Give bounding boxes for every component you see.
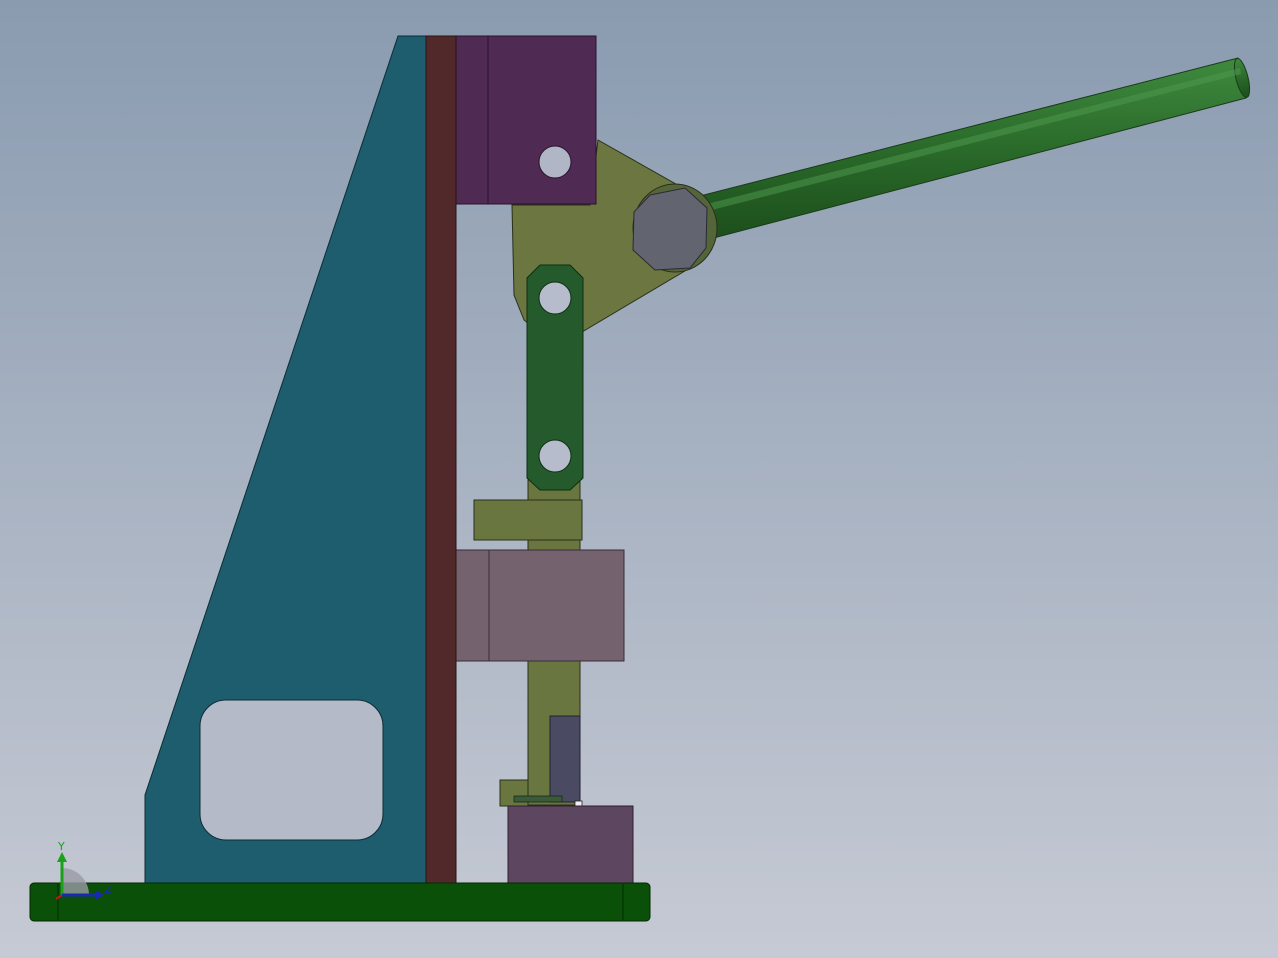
base-plate[interactable] bbox=[29, 882, 651, 922]
cad-scene[interactable]: Y Z bbox=[0, 0, 1278, 958]
triad-z-label: Z bbox=[104, 883, 112, 896]
cad-viewport[interactable]: Y Z bbox=[0, 0, 1278, 958]
upper-guide-block[interactable] bbox=[455, 35, 597, 205]
gusset-lightening-hole bbox=[199, 699, 384, 841]
vertical-back-plate[interactable] bbox=[425, 35, 457, 884]
triad-y-label: Y bbox=[57, 840, 65, 853]
upper-pivot-hole bbox=[538, 145, 572, 179]
link-bar[interactable] bbox=[526, 264, 584, 491]
link-upper-pin-hole bbox=[538, 281, 572, 315]
die-block[interactable] bbox=[507, 805, 634, 884]
link-lower-pin-hole bbox=[538, 439, 572, 473]
handle-hub[interactable] bbox=[632, 183, 718, 273]
lower-guide-block[interactable] bbox=[450, 549, 625, 662]
